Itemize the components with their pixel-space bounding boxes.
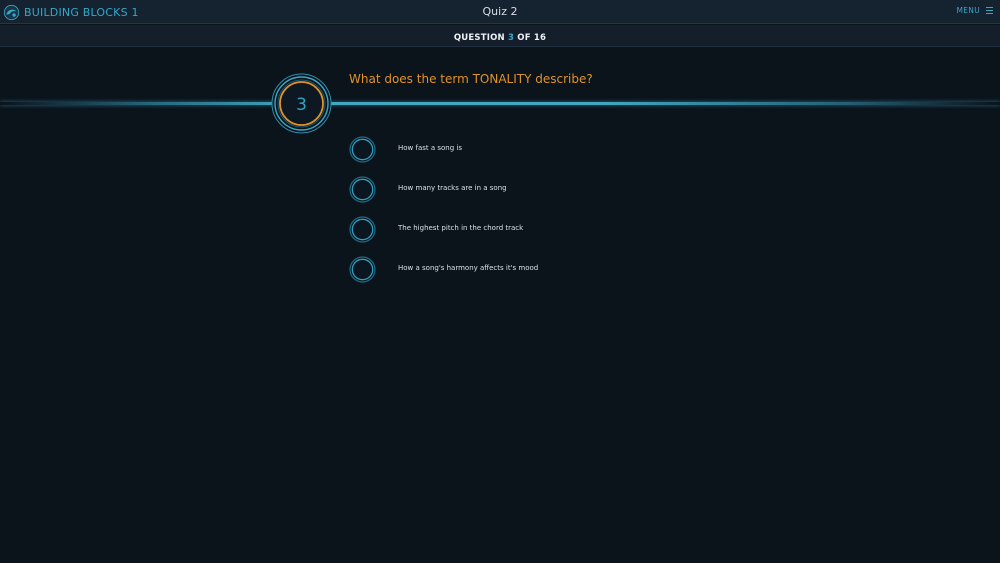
answer-option-label: How many tracks are in a song <box>398 184 507 192</box>
top-bar: BUILDING BLOCKS 1 Quiz 2 MENU <box>0 0 1000 24</box>
question-counter-current: 3 <box>508 33 515 43</box>
answer-option-1[interactable]: How fast a song is <box>349 135 649 175</box>
question-number: 3 <box>296 94 307 115</box>
radio-circle-icon[interactable] <box>349 176 376 203</box>
answer-option-label: How a song's harmony affects it's mood <box>398 264 539 272</box>
progress-bar: QUESTION 3 OF 16 <box>0 25 1000 47</box>
hamburger-icon <box>986 7 993 15</box>
question-text: What does the term TONALITY describe? <box>349 72 593 86</box>
answer-option-label: How fast a song is <box>398 144 463 152</box>
answer-option-4[interactable]: How a song's harmony affects it's mood <box>349 255 649 295</box>
menu-label: MENU <box>956 6 980 15</box>
answer-option-3[interactable]: The highest pitch in the chord track <box>349 215 649 255</box>
radio-circle-icon[interactable] <box>349 256 376 283</box>
menu-button[interactable]: MENU <box>956 6 993 15</box>
question-counter-prefix: QUESTION <box>453 33 505 43</box>
quiz-title: Quiz 2 <box>482 5 518 18</box>
question-number-badge: 3 <box>271 73 332 134</box>
divider-line <box>0 102 1000 105</box>
question-counter-suffix: OF 16 <box>517 33 547 43</box>
radio-circle-icon[interactable] <box>349 136 376 163</box>
radio-circle-icon[interactable] <box>349 216 376 243</box>
quiz-screen: BUILDING BLOCKS 1 Quiz 2 MENU QUESTION 3… <box>0 0 1000 563</box>
answer-option-2[interactable]: How many tracks are in a song <box>349 175 649 215</box>
answer-options: How fast a song is How many tracks are i… <box>349 135 649 295</box>
question-counter: QUESTION 3 OF 16 <box>454 33 546 43</box>
answer-option-label: The highest pitch in the chord track <box>398 224 524 232</box>
